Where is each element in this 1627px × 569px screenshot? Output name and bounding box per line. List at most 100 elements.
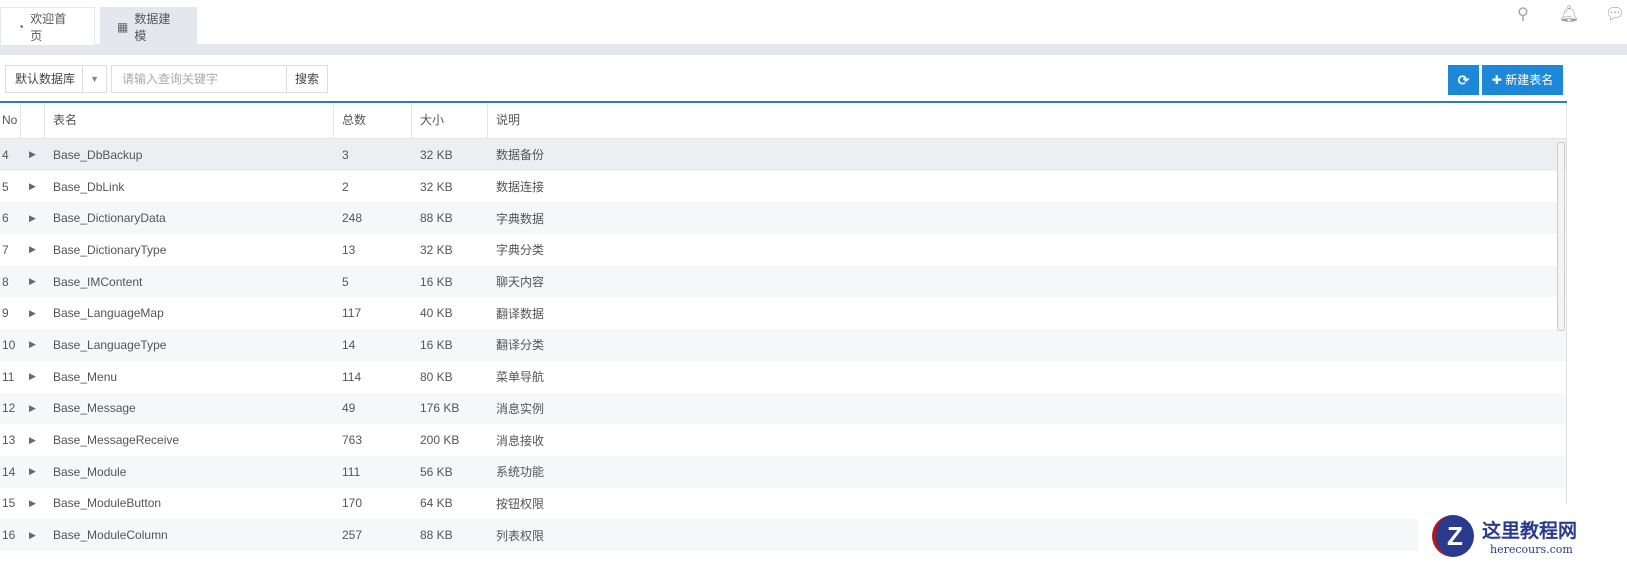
tab-data-modeling[interactable]: ▦ 数据建模 (100, 7, 197, 45)
row-desc: 消息实例 (496, 401, 545, 416)
new-table-button[interactable]: ✚ 新建表名 (1482, 65, 1563, 95)
row-no: 5 (2, 179, 9, 194)
row-no: 7 (2, 242, 9, 257)
row-desc: 系统功能 (496, 465, 545, 480)
row-size: 200 KB (420, 433, 460, 448)
expand-caret-icon[interactable]: ▶ (21, 244, 45, 255)
table-row[interactable]: 9 ▶ Base_LanguageMap 117 40 KB 翻译数据 (0, 297, 1567, 329)
row-desc: 数据备份 (496, 148, 545, 163)
table-row[interactable]: 16 ▶ Base_ModuleColumn 257 88 KB 列表权限 (0, 519, 1567, 551)
expand-caret-icon[interactable]: ▶ (21, 435, 45, 446)
row-count: 114 (342, 369, 362, 384)
row-count: 2 (342, 179, 349, 194)
top-bar: ◔ 欢迎首页 ▦ 数据建模 ⚲ 🔔︎ 💬︎ (0, 0, 1627, 45)
row-no: 4 (2, 147, 9, 162)
expand-caret-icon[interactable]: ▶ (21, 181, 45, 192)
row-size: 32 KB (420, 147, 453, 162)
table-row[interactable]: 6 ▶ Base_DictionaryData 248 88 KB 字典数据 (0, 202, 1567, 235)
row-no: 11 (2, 369, 15, 384)
table-row[interactable]: 4 ▶ Base_DbBackup 3 32 KB 数据备份 (0, 139, 1567, 171)
chat-icon[interactable]: 💬︎ (1603, 4, 1627, 24)
tab-welcome[interactable]: ◔ 欢迎首页 (0, 7, 95, 45)
expand-caret-icon[interactable]: ▶ (21, 371, 45, 382)
row-name: Base_LanguageMap (53, 306, 164, 321)
divider-band (0, 45, 1627, 55)
expand-caret-icon[interactable]: ▶ (21, 498, 45, 509)
table-row[interactable]: 12 ▶ Base_Message 49 176 KB 消息实例 (0, 392, 1567, 425)
row-size: 88 KB (420, 528, 453, 543)
watermark-url: herecours.com (1490, 543, 1573, 556)
table-row[interactable]: 13 ▶ Base_MessageReceive 763 200 KB 消息接收 (0, 424, 1567, 456)
logo-mark: Z (1432, 515, 1474, 557)
row-desc: 字典数据 (496, 211, 545, 226)
row-desc: 菜单导航 (496, 370, 545, 385)
database-select[interactable]: 默认数据库 ▼ (5, 65, 107, 93)
row-count: 117 (342, 306, 362, 321)
expand-caret-icon[interactable]: ▶ (21, 530, 45, 541)
row-size: 56 KB (420, 464, 453, 479)
table-row[interactable]: 11 ▶ Base_Menu 114 80 KB 菜单导航 (0, 361, 1567, 393)
row-name: Base_Menu (53, 369, 118, 384)
table-icon: ▦ (117, 19, 129, 34)
row-no: 16 (2, 528, 16, 543)
search-icon[interactable]: ⚲ (1511, 4, 1535, 24)
table-row[interactable]: 5 ▶ Base_DbLink 2 32 KB 数据连接 (0, 171, 1567, 203)
row-name: Base_IMContent (53, 274, 143, 289)
table-header: No 表名 总数 大小 说明 (0, 103, 1567, 139)
row-size: 16 KB (420, 337, 453, 352)
row-desc: 翻译数据 (496, 306, 545, 321)
col-desc[interactable]: 说明 (488, 103, 1567, 138)
expand-caret-icon[interactable]: ▶ (21, 466, 45, 477)
row-size: 32 KB (420, 242, 453, 257)
row-name: Base_MessageReceive (53, 433, 180, 448)
search-input[interactable]: 请输入查询关键字 (111, 65, 287, 93)
plus-icon: ✚ (1491, 73, 1506, 87)
row-name: Base_Module (53, 464, 127, 479)
row-name: Base_ModuleColumn (53, 528, 168, 543)
new-table-label: 新建表名 (1505, 73, 1554, 87)
row-no: 8 (2, 274, 9, 289)
row-desc: 数据连接 (496, 180, 545, 195)
table-grid: No 表名 总数 大小 说明 4 ▶ Base_DbBackup 3 32 KB 数据备份… (0, 101, 1567, 551)
col-count[interactable]: 总数 (334, 103, 412, 138)
row-count: 5 (342, 274, 349, 289)
row-desc: 消息接收 (496, 433, 545, 448)
expand-caret-icon[interactable]: ▶ (21, 213, 45, 224)
row-size: 40 KB (420, 306, 453, 321)
col-no[interactable]: No (0, 103, 21, 138)
row-desc: 列表权限 (496, 528, 545, 543)
row-name: Base_DbBackup (53, 147, 143, 162)
row-desc: 聊天内容 (496, 275, 545, 290)
expand-caret-icon[interactable]: ▶ (21, 276, 45, 287)
row-count: 763 (342, 433, 363, 448)
col-size[interactable]: 大小 (412, 103, 488, 138)
expand-caret-icon[interactable]: ▶ (21, 339, 45, 350)
row-desc: 按钮权限 (496, 496, 545, 511)
caret-down-icon[interactable]: ▼ (82, 66, 106, 92)
expand-caret-icon[interactable]: ▶ (21, 308, 45, 319)
table-row[interactable]: 10 ▶ Base_LanguageType 14 16 KB 翻译分类 (0, 329, 1567, 361)
search-button[interactable]: 搜索 (286, 65, 328, 93)
expand-caret-icon[interactable]: ▶ (21, 149, 45, 160)
expand-caret-icon[interactable]: ▶ (21, 403, 45, 414)
col-expand (21, 103, 45, 138)
row-count: 49 (342, 401, 356, 416)
table-row[interactable]: 7 ▶ Base_DictionaryType 13 32 KB 字典分类 (0, 234, 1567, 266)
table-row[interactable]: 8 ▶ Base_IMContent 5 16 KB 聊天内容 (0, 265, 1567, 298)
row-count: 14 (342, 337, 356, 352)
refresh-button[interactable]: ⟳ (1448, 65, 1479, 95)
row-count: 170 (342, 496, 363, 511)
col-name[interactable]: 表名 (45, 103, 334, 138)
table-row[interactable]: 14 ▶ Base_Module 111 56 KB 系统功能 (0, 455, 1567, 488)
row-no: 15 (2, 496, 16, 511)
scrollbar[interactable] (1557, 142, 1565, 331)
bell-icon[interactable]: 🔔︎ (1557, 4, 1581, 24)
table-row[interactable]: 15 ▶ Base_ModuleButton 170 64 KB 按钮权限 (0, 488, 1567, 520)
toolbar: 默认数据库 ▼ 请输入查询关键字 搜索 ⟳ ✚ 新建表名 (0, 55, 1627, 101)
dashboard-icon: ◔ (17, 19, 25, 34)
row-name: Base_Message (53, 401, 136, 416)
row-no: 10 (2, 337, 16, 352)
row-size: 176 KB (420, 401, 460, 416)
row-desc: 字典分类 (496, 243, 545, 258)
row-desc: 翻译分类 (496, 338, 545, 353)
